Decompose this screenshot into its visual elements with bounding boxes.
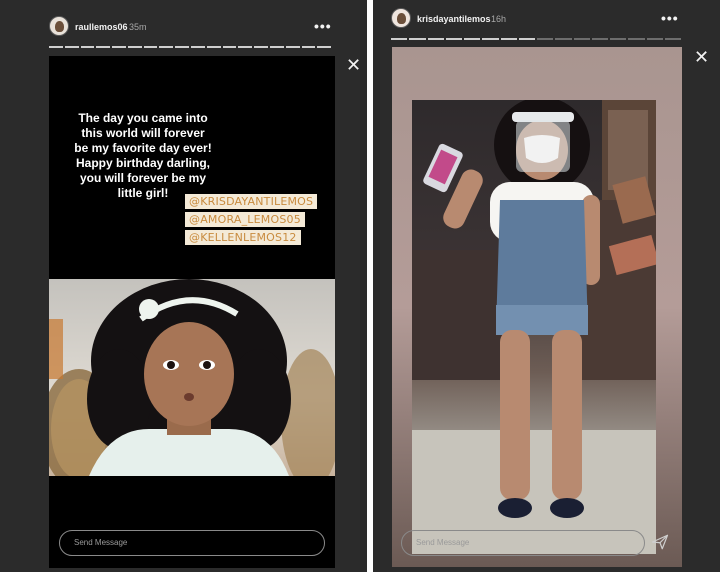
progress-segment: [80, 46, 95, 48]
avatar[interactable]: [391, 8, 411, 28]
send-icon[interactable]: [651, 533, 669, 556]
mention-tags: @KRISDAYANTILEMOS @AMORA_LEMOS05 @KELLEN…: [185, 194, 318, 245]
username[interactable]: krisdayantilemos: [417, 14, 491, 24]
progress-segment: [518, 38, 535, 40]
more-options-icon[interactable]: •••: [661, 10, 679, 26]
progress-segment: [301, 46, 316, 48]
story-progress-bar: [391, 38, 681, 40]
mention-tag[interactable]: @KRISDAYANTILEMOS: [185, 194, 318, 209]
progress-segment: [482, 38, 499, 40]
progress-segment: [191, 46, 205, 48]
story-photo-child: [412, 100, 656, 554]
story-photo-girl: [49, 279, 335, 476]
timestamp: 35m: [129, 22, 147, 32]
progress-segment: [391, 38, 408, 40]
progress-segment: [409, 38, 426, 40]
send-icon-graphic: [651, 534, 669, 550]
progress-segment: [537, 38, 554, 40]
progress-segment: [591, 38, 608, 40]
progress-segment: [664, 38, 681, 40]
timestamp: 16h: [491, 14, 507, 24]
story-progress-bar: [49, 46, 332, 48]
close-icon[interactable]: ✕: [694, 48, 709, 66]
progress-segment: [206, 46, 221, 48]
progress-segment: [96, 46, 111, 48]
story-header: krisdayantilemos 16h •••: [373, 4, 720, 34]
progress-segment: [285, 46, 300, 48]
more-options-icon[interactable]: •••: [314, 18, 332, 34]
story-viewer-left: raullemos06 35m ••• ✕ The day you came i…: [0, 0, 367, 572]
progress-segment: [254, 46, 268, 48]
progress-segment: [127, 46, 142, 48]
close-icon[interactable]: ✕: [346, 56, 361, 74]
progress-segment: [573, 38, 590, 40]
progress-segment: [445, 38, 462, 40]
progress-segment: [49, 46, 63, 48]
progress-segment: [628, 38, 645, 40]
username[interactable]: raullemos06: [75, 22, 128, 32]
progress-segment: [159, 46, 174, 48]
send-message-input[interactable]: Send Message: [59, 530, 325, 556]
send-message-input[interactable]: Send Message: [401, 530, 645, 556]
progress-segment: [646, 38, 663, 40]
progress-segment: [500, 38, 517, 40]
story-content[interactable]: [392, 47, 682, 567]
child-photo-illustration: [412, 100, 656, 554]
progress-segment: [427, 38, 444, 40]
mention-tag[interactable]: @KELLENLEMOS12: [185, 230, 301, 245]
progress-segment: [112, 46, 126, 48]
story-header: raullemos06 35m •••: [0, 13, 367, 43]
story-caption: The day you came into this world will fo…: [74, 111, 212, 200]
progress-segment: [269, 46, 284, 48]
story-viewer-right: krisdayantilemos 16h ••• ✕ Send Message: [373, 0, 720, 572]
progress-segment: [555, 38, 572, 40]
girl-portrait-illustration: [49, 279, 335, 476]
progress-segment: [143, 46, 158, 48]
progress-segment: [175, 46, 190, 48]
mention-tag[interactable]: @AMORA_LEMOS05: [185, 212, 305, 227]
progress-segment: [64, 46, 79, 48]
progress-segment: [464, 38, 481, 40]
progress-segment: [317, 46, 332, 48]
progress-segment: [610, 38, 627, 40]
progress-segment: [238, 46, 253, 48]
avatar[interactable]: [49, 16, 69, 36]
story-content[interactable]: The day you came into this world will fo…: [49, 56, 335, 568]
progress-segment: [222, 46, 237, 48]
